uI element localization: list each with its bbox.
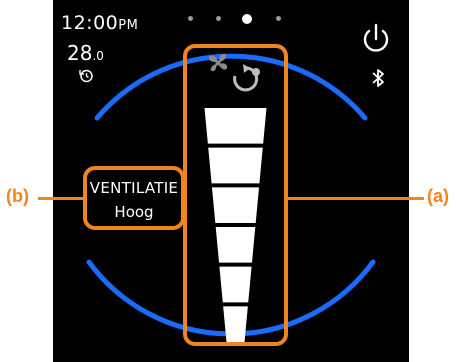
ventilation-value: Hoog	[114, 203, 154, 221]
device-screen: 12:00PM 28.0 VENTILATIE Hoog	[53, 0, 409, 362]
callout-line-b	[38, 197, 84, 200]
callout-label-a: (a)	[427, 186, 449, 206]
fan-speed-control-highlight[interactable]	[183, 44, 288, 346]
callout-label-b: (b)	[6, 186, 29, 206]
ventilation-status-box: VENTILATIE Hoog	[83, 166, 185, 230]
ventilation-label: VENTILATIE	[89, 179, 179, 197]
callout-line-a	[286, 197, 424, 200]
